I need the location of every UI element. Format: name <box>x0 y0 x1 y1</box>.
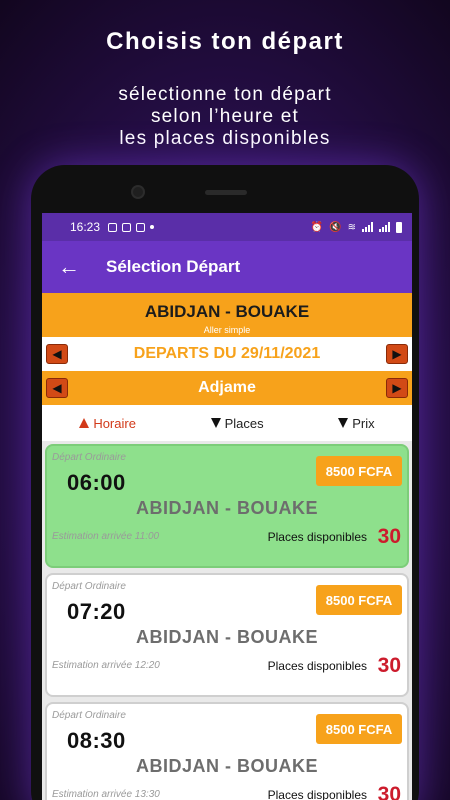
sort-ascending-icon <box>79 418 90 428</box>
departure-kind: Départ Ordinaire <box>52 581 126 592</box>
seats-label: Places disponibles <box>267 659 367 673</box>
status-time: 16:23 <box>70 220 101 234</box>
previous-date-button[interactable]: ◀ <box>46 344 68 364</box>
departure-kind: Départ Ordinaire <box>52 452 126 463</box>
trip-type: Aller simple <box>203 325 251 335</box>
previous-station-button[interactable]: ◀ <box>46 378 68 398</box>
seats-label: Places disponibles <box>267 788 367 800</box>
sort-horaire[interactable]: Horaire <box>79 416 136 431</box>
date-label: DEPARTS DU 29/11/2021 <box>133 345 321 362</box>
promo-subtitle: sélectionne ton départ selon l’heure et … <box>0 84 450 150</box>
departure-route: ABIDJAN - BOUAKE <box>135 756 318 776</box>
departure-kind: Départ Ordinaire <box>52 710 126 721</box>
notification-dot-icon <box>150 225 155 229</box>
speaker-grille <box>205 190 247 195</box>
route-header: ABIDJAN - BOUAKE Aller simple <box>42 293 412 337</box>
departure-card[interactable]: Départ Ordinaire 06:00 8500 FCFA ABIDJAN… <box>45 444 409 568</box>
status-bar: 16:23 ⏰ 🔇 ≋ <box>42 213 412 241</box>
arrival-estimate: Estimation arrivée 13:30 <box>52 789 160 800</box>
departure-route: ABIDJAN - BOUAKE <box>135 498 318 518</box>
promo-subtitle-line: selon l’heure et <box>150 106 300 127</box>
arrow-left-icon[interactable]: ← <box>58 254 82 280</box>
price-badge: 8500 FCFA <box>316 714 402 744</box>
departure-time: 08:30 <box>67 728 126 753</box>
message-icon <box>122 222 132 232</box>
departure-card[interactable]: Départ Ordinaire 07:20 8500 FCFA ABIDJAN… <box>45 573 409 697</box>
camera-icon <box>131 185 145 199</box>
app-screen: 16:23 ⏰ 🔇 ≋ ← Sélection Départ ABIDJAN -… <box>42 213 412 800</box>
sort-places[interactable]: Places <box>210 415 264 431</box>
station-label: Adjame <box>198 379 256 396</box>
route-title: ABIDJAN - BOUAKE <box>144 302 310 321</box>
app-bar: ← Sélection Départ <box>42 241 412 293</box>
seats-count: 30 <box>377 654 401 677</box>
departure-route: ABIDJAN - BOUAKE <box>135 627 318 647</box>
alarm-icon: ⏰ <box>310 221 324 233</box>
battery-icon <box>396 221 402 233</box>
station-navigator: ◀ Adjame ▶ <box>42 371 412 405</box>
arrival-estimate: Estimation arrivée 12:20 <box>52 660 160 671</box>
next-date-button[interactable]: ▶ <box>386 344 408 364</box>
promo-subtitle-line: sélectionne ton départ <box>118 84 332 105</box>
signal-icon <box>362 222 373 232</box>
seats-count: 30 <box>377 525 401 548</box>
seats-label: Places disponibles <box>267 530 367 544</box>
seats-count: 30 <box>377 783 401 800</box>
price-badge: 8500 FCFA <box>316 456 402 486</box>
sort-prix-label: Prix <box>352 415 375 431</box>
image-icon <box>108 222 118 232</box>
date-navigator: ◀ DEPARTS DU 29/11/2021 ▶ <box>42 337 412 371</box>
signal-icon <box>379 222 390 232</box>
wifi-icon: ≋ <box>347 221 356 233</box>
youtube-icon <box>136 222 146 232</box>
departure-time: 06:00 <box>67 470 126 495</box>
price-badge: 8500 FCFA <box>316 585 402 615</box>
sort-places-label: Places <box>224 415 264 431</box>
promo-subtitle-line: les places disponibles <box>119 128 331 149</box>
sort-descending-icon <box>210 418 221 428</box>
mute-icon: 🔇 <box>329 221 342 233</box>
sort-bar: Horaire Places Prix <box>42 405 412 441</box>
departure-list: Départ Ordinaire 06:00 8500 FCFA ABIDJAN… <box>42 441 412 800</box>
departure-card[interactable]: Départ Ordinaire 08:30 8500 FCFA ABIDJAN… <box>45 702 409 800</box>
promo-title: Choisis ton départ <box>106 28 344 55</box>
sort-descending-icon <box>338 418 349 428</box>
sort-horaire-label: Horaire <box>93 415 136 431</box>
arrival-estimate: Estimation arrivée 11:00 <box>52 531 160 542</box>
sort-prix[interactable]: Prix <box>338 415 375 431</box>
departure-time: 07:20 <box>67 599 126 624</box>
page-title: Sélection Départ <box>106 257 241 276</box>
next-station-button[interactable]: ▶ <box>385 378 408 398</box>
